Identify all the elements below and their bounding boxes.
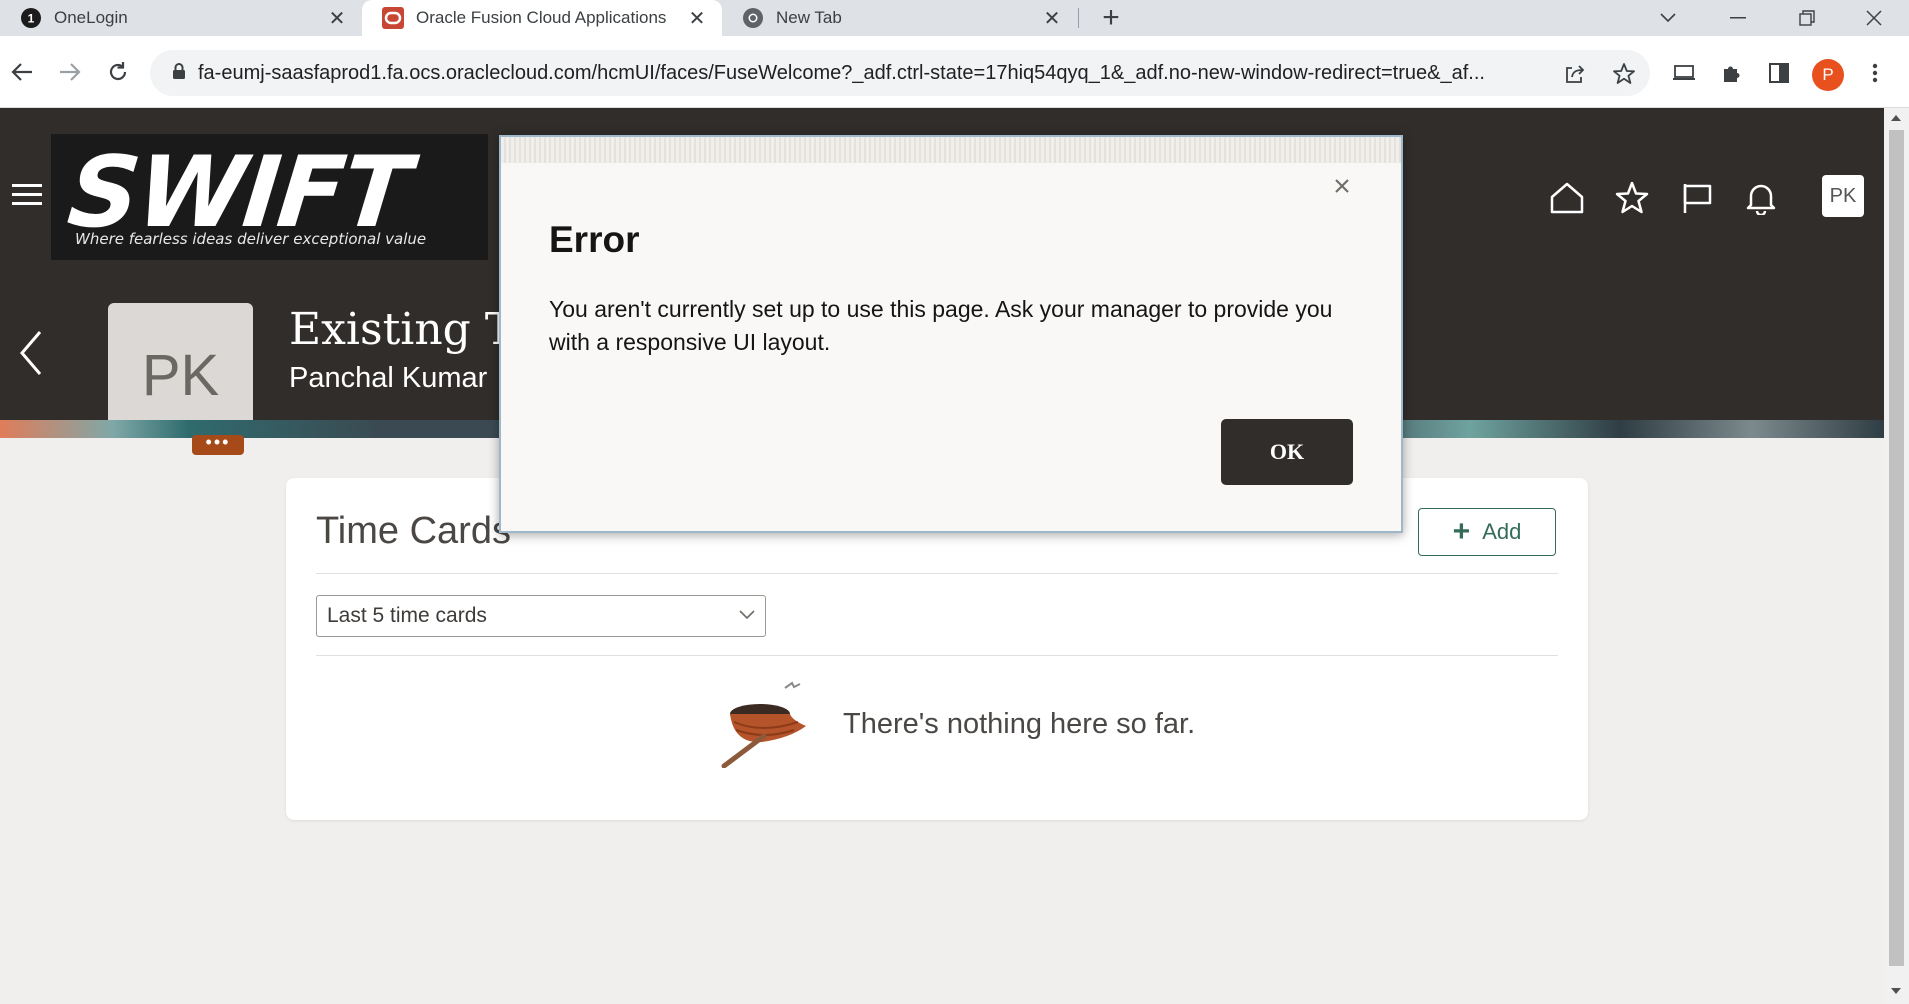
extensions-puzzle-icon[interactable] <box>1716 58 1746 88</box>
hamburger-menu-icon[interactable] <box>12 184 42 208</box>
chevron-down-icon <box>739 607 755 625</box>
tab-title: Oracle Fusion Cloud Applications <box>416 8 667 27</box>
plus-icon: + <box>1452 515 1471 548</box>
url-text[interactable]: fa-eumj-saasfaprod1.fa.ocs.oraclecloud.c… <box>198 62 1560 85</box>
tab-new-tab[interactable]: New Tab ✕ <box>722 0 1077 36</box>
oracle-icon <box>382 7 404 29</box>
flag-icon[interactable] <box>1677 178 1717 218</box>
scroll-down-arrow-icon[interactable] <box>1891 988 1901 994</box>
scroll-up-arrow-icon[interactable] <box>1891 115 1901 121</box>
star-icon[interactable] <box>1612 178 1652 218</box>
cast-icon[interactable] <box>1669 58 1699 88</box>
minimize-icon[interactable] <box>1713 0 1763 36</box>
profile-avatar[interactable]: P <box>1812 59 1844 91</box>
bookmark-star-icon[interactable] <box>1612 62 1636 86</box>
tab-oracle-fusion[interactable]: Oracle Fusion Cloud Applications ✕ <box>362 0 722 36</box>
logo-tagline: Where fearless ideas deliver exceptional… <box>75 230 427 248</box>
close-window-icon[interactable] <box>1849 0 1899 36</box>
side-panel-icon[interactable] <box>1764 58 1794 88</box>
add-button[interactable]: + Add <box>1418 508 1556 556</box>
chrome-icon <box>742 7 764 29</box>
page-title: Existing Ti <box>289 304 529 355</box>
browser-toolbar: fa-eumj-saasfaprod1.fa.ocs.oraclecloud.c… <box>0 36 1909 108</box>
tab-title: New Tab <box>776 8 842 27</box>
error-dialog: Error You aren't currently set up to use… <box>499 135 1403 533</box>
reload-icon[interactable] <box>98 52 138 92</box>
back-arrow-icon[interactable] <box>2 52 42 92</box>
tab-search-chevron-icon[interactable] <box>1643 0 1693 36</box>
tab-separator <box>1078 8 1079 28</box>
close-tab-icon[interactable]: ✕ <box>1041 7 1063 30</box>
more-menu-icon[interactable] <box>1860 58 1890 88</box>
forward-arrow-icon[interactable] <box>50 52 90 92</box>
new-tab-plus-icon[interactable]: + <box>1086 0 1136 36</box>
divider <box>316 573 1558 574</box>
address-bar[interactable]: fa-eumj-saasfaprod1.fa.ocs.oraclecloud.c… <box>150 50 1650 96</box>
home-icon[interactable] <box>1547 178 1587 218</box>
user-avatar[interactable]: PK <box>1822 175 1864 217</box>
lock-icon[interactable] <box>172 62 186 85</box>
close-tab-icon[interactable]: ✕ <box>326 7 348 30</box>
scroll-thumb[interactable] <box>1889 130 1904 966</box>
svg-text:1: 1 <box>28 12 35 26</box>
close-tab-icon[interactable]: ✕ <box>686 7 708 30</box>
tab-title: OneLogin <box>54 8 128 27</box>
page-subtitle: Panchal Kumar <box>289 362 488 394</box>
divider <box>316 655 1558 656</box>
page-avatar: PK <box>108 303 253 420</box>
page-scrollbar[interactable] <box>1884 108 1909 1004</box>
ok-button[interactable]: OK <box>1221 419 1353 485</box>
time-card-filter-select[interactable]: Last 5 time cards <box>316 595 766 637</box>
swift-logo[interactable]: SWIFT Where fearless ideas deliver excep… <box>51 134 488 260</box>
empty-nest-illustration <box>712 678 812 769</box>
dialog-title: Error <box>549 219 640 260</box>
card-title: Time Cards <box>316 510 511 552</box>
back-chevron-icon[interactable] <box>16 328 46 378</box>
close-icon[interactable] <box>1329 173 1355 199</box>
share-icon[interactable] <box>1563 62 1587 86</box>
add-label: Add <box>1482 519 1522 544</box>
dialog-message: You aren't currently set up to use this … <box>549 296 1333 355</box>
bell-icon[interactable] <box>1741 178 1781 218</box>
browser-tab-strip: 1 OneLogin ✕ Oracle Fusion Cloud Applica… <box>0 0 1909 36</box>
avatar-more-button[interactable]: ••• <box>192 433 244 455</box>
onelogin-icon: 1 <box>20 7 42 29</box>
restore-icon[interactable] <box>1782 0 1832 36</box>
dialog-drag-handle[interactable] <box>501 137 1401 163</box>
tab-onelogin[interactable]: 1 OneLogin ✕ <box>0 0 362 36</box>
empty-message: There's nothing here so far. <box>843 708 1196 740</box>
filter-value: Last 5 time cards <box>327 604 487 627</box>
